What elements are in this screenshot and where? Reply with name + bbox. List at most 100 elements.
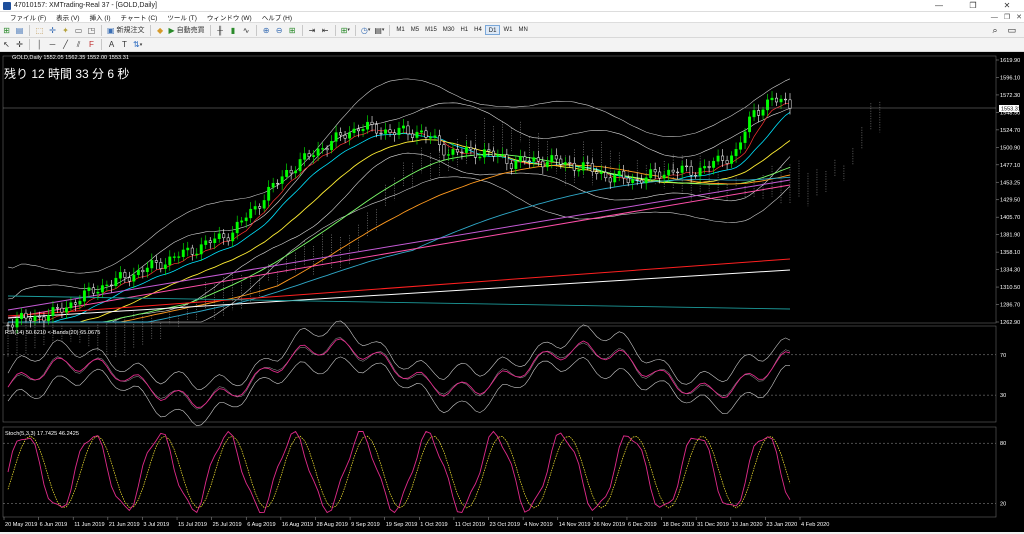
periods-button[interactable]: ◷ ▾ (360, 25, 372, 36)
menu-chart[interactable]: チャート (C) (116, 12, 163, 22)
new-order-button[interactable]: ▣ 新規注文 (106, 25, 146, 36)
candle-body (617, 170, 621, 176)
navigator-button[interactable]: ✦ (60, 25, 71, 36)
candle-body (559, 158, 563, 165)
fibonacci-button[interactable]: F (86, 39, 97, 50)
candle-body (707, 166, 711, 168)
data-window-button[interactable]: ✛ (47, 25, 58, 36)
maximize-button[interactable]: ❐ (956, 0, 990, 12)
menu-help[interactable]: ヘルプ (H) (257, 12, 297, 22)
tf-m15[interactable]: M15 (422, 25, 440, 35)
tf-mn[interactable]: MN (515, 25, 530, 35)
vertical-line-button[interactable]: │ (34, 39, 45, 50)
candle-body (91, 287, 95, 294)
candle-body (518, 156, 522, 162)
line-chart-button[interactable]: ∿ (241, 25, 252, 36)
candle-body (527, 160, 531, 162)
price-label: 1381.90 (1000, 233, 1020, 239)
templates-button[interactable]: ▤ ▾ (373, 25, 385, 36)
chart-shift-button[interactable]: ⇥ (307, 25, 318, 36)
auto-trading-button[interactable]: ▶ 自動売買 (168, 25, 206, 36)
mdi-restore-button[interactable]: ❐ (1004, 12, 1010, 23)
tf-m1[interactable]: M1 (393, 25, 407, 35)
candle-body (694, 175, 698, 177)
bar-chart-button[interactable]: ╫ (215, 25, 226, 36)
candle-body (312, 155, 316, 158)
zoom-in-button[interactable]: ⊕ (261, 25, 272, 36)
candle-body (482, 149, 486, 158)
mdi-minimize-button[interactable]: — (991, 12, 998, 23)
tester-icon: ◳ (87, 25, 96, 35)
candle-body (6, 324, 10, 327)
close-button[interactable]: ✕ (990, 0, 1024, 12)
date-label: 20 May 2019 (5, 522, 37, 528)
candle-body (38, 316, 41, 318)
indicators-icon: ⊞ (340, 25, 348, 35)
date-label: 23 Oct 2019 (490, 522, 520, 528)
tf-h4[interactable]: H4 (471, 25, 485, 35)
tf-w1[interactable]: W1 (500, 25, 515, 35)
horizontal-line-button[interactable]: ─ (47, 39, 58, 50)
candle-body (685, 165, 689, 168)
cursor-button[interactable]: ↖ (1, 39, 12, 50)
menu-view[interactable]: 表示 (V) (51, 12, 84, 22)
market-watch-button[interactable]: ⬚ (34, 25, 45, 36)
chat-icon[interactable]: ▭ (1007, 25, 1016, 36)
tf-m30[interactable]: M30 (440, 25, 458, 35)
tester-button[interactable]: ◳ (86, 25, 97, 36)
menu-tools[interactable]: ツール (T) (162, 12, 202, 22)
candle-body (375, 124, 378, 134)
candle-body (473, 148, 477, 158)
menu-insert[interactable]: 挿入 (I) (85, 12, 116, 22)
indicators-button[interactable]: ⊞ ▾ (340, 25, 351, 36)
tf-m5[interactable]: M5 (408, 25, 422, 35)
market-watch-icon: ⬚ (35, 25, 44, 35)
autoscroll-button[interactable]: ⇤ (320, 25, 331, 36)
candle-body (127, 277, 131, 282)
search-icon[interactable]: ⌕ (992, 25, 997, 36)
candle-body (595, 171, 599, 174)
candle-body (249, 208, 253, 219)
tf-d1[interactable]: D1 (484, 25, 501, 35)
profiles-icon: ▤ (15, 25, 24, 35)
metaeditor-button[interactable]: ◆ (155, 25, 166, 36)
terminal-button[interactable]: ▭ (73, 25, 84, 36)
profiles-button[interactable]: ▤ (14, 25, 25, 36)
label-button[interactable]: T (119, 39, 130, 50)
channel-button[interactable]: ⫽ (73, 39, 84, 50)
price-label: 1572.30 (1000, 93, 1020, 99)
tf-h1[interactable]: H1 (457, 25, 471, 35)
candle-body (87, 287, 91, 291)
trendline-button[interactable]: ╱ (60, 39, 71, 50)
date-label: 28 Aug 2019 (316, 522, 347, 528)
new-chart-button[interactable]: ⊞ (1, 25, 12, 36)
candle-body (532, 157, 536, 162)
oscillator-windows: 70 30 80 20 (3, 320, 1006, 514)
navigator-icon: ✦ (62, 25, 69, 35)
menu-window[interactable]: ウィンドウ (W) (202, 12, 257, 22)
candle-body (204, 240, 208, 245)
menu-file[interactable]: ファイル (F) (0, 12, 51, 22)
candle-body (577, 170, 581, 172)
minimize-button[interactable]: — (922, 0, 956, 12)
chart-canvas[interactable]: 70308020 1619.901596.101572.301548.50152… (0, 52, 1024, 532)
fibonacci-icon: F (89, 40, 94, 49)
tile-windows-button[interactable]: ⊞ (287, 25, 298, 36)
candle-body (626, 177, 630, 183)
candle-body (676, 171, 680, 174)
candle-body (572, 162, 576, 171)
arrows-button[interactable]: ⇅ ▾ (132, 39, 143, 50)
mdi-close-button[interactable]: ✕ (1016, 12, 1022, 23)
chart-window[interactable]: 70 30 80 20 1619.90 1596.10 1572.30 1548.50 152… (0, 52, 1024, 532)
text-button[interactable]: A (106, 39, 117, 50)
candle-body (64, 307, 68, 313)
candle-chart-button[interactable]: ▮ (228, 25, 239, 36)
candle-body (433, 135, 437, 138)
candle-body (752, 110, 756, 118)
zoom-out-button[interactable]: ⊖ (274, 25, 285, 36)
price-label: 1524.70 (1000, 128, 1020, 134)
candle-body (451, 149, 455, 155)
candle-body (658, 171, 662, 179)
cursor-icon: ↖ (3, 40, 10, 49)
crosshair-button[interactable]: ✛ (14, 39, 25, 50)
